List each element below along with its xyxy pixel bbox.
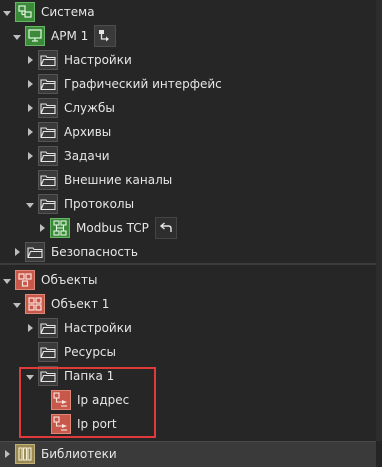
tree-node-external-channels[interactable]: Внешние каналы: [38, 168, 172, 192]
expand-arrow-icon[interactable]: [37, 216, 47, 240]
tree-node-label: Безопасность: [51, 245, 138, 259]
tree-node-object1[interactable]: Объект 1: [12, 292, 109, 316]
objects-icon: [15, 270, 35, 290]
folder-icon: [38, 342, 58, 362]
undo-icon: [159, 222, 172, 232]
tree-node-label: Ресурсы: [64, 345, 117, 359]
tree-node-resources[interactable]: Ресурсы: [38, 340, 116, 364]
libraries-panel: Библиотеки: [0, 441, 376, 467]
tree-node-libraries[interactable]: Библиотеки: [2, 442, 117, 466]
tree-node-label: Библиотеки: [41, 447, 117, 461]
tree-node-label: Настройки: [64, 53, 132, 67]
tree-node-label: Объект 1: [51, 297, 110, 311]
tree-node-arm1[interactable]: АРМ 1: [12, 24, 117, 48]
library-icon: [15, 444, 35, 464]
collapse-arrow-icon[interactable]: [12, 292, 22, 316]
tree-node-object-settings[interactable]: Настройки: [25, 316, 132, 340]
tree-node-modbus-tcp[interactable]: Modbus TCP: [37, 216, 177, 240]
expand-arrow-icon[interactable]: [25, 72, 35, 96]
expand-arrow-icon[interactable]: [25, 48, 35, 72]
expand-arrow-icon[interactable]: [25, 144, 35, 168]
tree-node-archives[interactable]: Архивы: [25, 120, 111, 144]
tree-node-services[interactable]: Службы: [25, 96, 115, 120]
tree-node-objects[interactable]: Объекты: [2, 268, 97, 292]
folder-icon: [38, 194, 58, 214]
selection-highlight-frame: [19, 367, 156, 438]
expand-arrow-icon[interactable]: [25, 120, 35, 144]
network-protocol-icon: [50, 218, 70, 238]
expand-arrow-icon[interactable]: [25, 96, 35, 120]
object-icon: [25, 294, 45, 314]
folder-icon: [25, 242, 45, 262]
panel-splitter[interactable]: [0, 263, 376, 265]
collapse-arrow-icon[interactable]: [2, 0, 12, 24]
folder-icon: [38, 50, 58, 70]
folder-icon: [38, 146, 58, 166]
tree-node-label: Настройки: [64, 321, 132, 335]
collapse-arrow-icon[interactable]: [25, 192, 35, 216]
folder-icon: [38, 122, 58, 142]
tree-node-system[interactable]: Система: [2, 0, 95, 24]
tree-node-label: Система: [41, 5, 95, 19]
collapse-arrow-icon[interactable]: [2, 268, 12, 292]
tree-node-label: Задачи: [64, 149, 110, 163]
collapse-arrow-icon[interactable]: [12, 24, 22, 48]
workstation-icon: [25, 26, 45, 46]
tree-node-label: Внешние каналы: [64, 173, 173, 187]
tree-node-label: Службы: [64, 101, 115, 115]
arm-action-button[interactable]: [94, 25, 117, 47]
tree-node-label: АРМ 1: [51, 29, 89, 43]
tree-action-icon: [99, 30, 110, 42]
folder-icon: [38, 170, 58, 190]
tree-node-tasks[interactable]: Задачи: [25, 144, 110, 168]
tree-node-label: Архивы: [64, 125, 112, 139]
tree-node-settings[interactable]: Настройки: [25, 48, 132, 72]
tree-node-security[interactable]: Безопасность: [12, 240, 138, 264]
tree-node-label: Протоколы: [64, 197, 135, 211]
expand-arrow-icon[interactable]: [25, 316, 35, 340]
expand-arrow-icon[interactable]: [12, 240, 22, 264]
system-tree-panel: Система АРМ 1 Настройки Графический инте…: [0, 0, 376, 264]
tree-node-protocols[interactable]: Протоколы: [25, 192, 134, 216]
vertical-scrollbar[interactable]: [376, 0, 382, 441]
expand-arrow-icon[interactable]: [2, 442, 12, 466]
tree-node-label: Объекты: [41, 273, 98, 287]
system-icon: [15, 2, 35, 22]
folder-icon: [38, 318, 58, 338]
tree-node-label: Modbus TCP: [76, 221, 149, 235]
tree-node-gui[interactable]: Графический интерфейс: [25, 72, 222, 96]
folder-icon: [38, 98, 58, 118]
undo-button[interactable]: [154, 217, 177, 239]
tree-node-label: Графический интерфейс: [64, 77, 222, 91]
folder-icon: [38, 74, 58, 94]
